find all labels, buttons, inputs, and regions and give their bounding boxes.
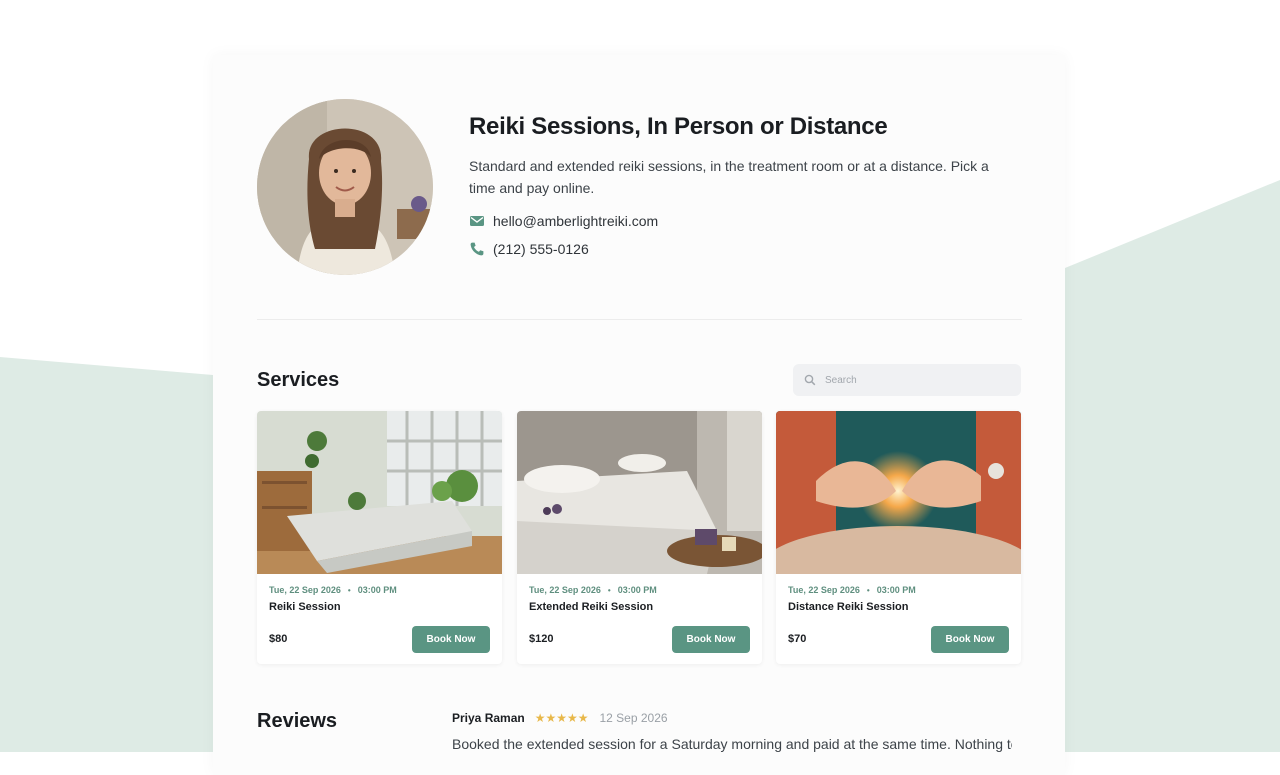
- service-name: Reiki Session: [269, 601, 341, 613]
- book-now-button[interactable]: Book Now: [672, 626, 750, 653]
- page-title: Reiki Sessions, In Person or Distance: [469, 113, 888, 140]
- service-card-reiki-session[interactable]: Tue, 22 Sep 2026 • 03:00 PM Reiki Sessio…: [257, 411, 502, 664]
- separator-dot: •: [347, 585, 351, 595]
- service-time: 03:00 PM: [876, 585, 916, 595]
- service-image: [517, 411, 762, 574]
- profile-card: Reiki Sessions, In Person or Distance St…: [213, 55, 1065, 775]
- service-price: $120: [529, 633, 554, 645]
- service-datetime: Tue, 22 Sep 2026 • 03:00 PM: [269, 585, 397, 595]
- service-image: [257, 411, 502, 574]
- service-card-distance-reiki-session[interactable]: Tue, 22 Sep 2026 • 03:00 PM Distance Rei…: [776, 411, 1021, 664]
- services-heading: Services: [257, 369, 340, 391]
- phone-text[interactable]: (212) 555-0126: [493, 241, 589, 257]
- review-date: 12 Sep 2026: [599, 711, 668, 725]
- service-datetime: Tue, 22 Sep 2026 • 03:00 PM: [529, 585, 657, 595]
- service-name: Distance Reiki Session: [788, 601, 909, 613]
- service-time: 03:00 PM: [617, 585, 657, 595]
- mail-icon: [469, 213, 485, 229]
- service-time: 03:00 PM: [357, 585, 397, 595]
- service-price: $80: [269, 633, 288, 645]
- book-now-button[interactable]: Book Now: [931, 626, 1009, 653]
- service-name: Extended Reiki Session: [529, 601, 654, 613]
- avatar: [257, 99, 433, 275]
- phone-icon: [469, 241, 485, 257]
- separator-dot: •: [866, 585, 870, 595]
- service-date: Tue, 22 Sep 2026: [788, 585, 860, 595]
- contact-phone[interactable]: (212) 555-0126: [469, 241, 589, 257]
- profile-description: Standard and extended reiki sessions, in…: [469, 158, 989, 196]
- contact-email[interactable]: hello@amberlightreiki.com: [469, 213, 658, 229]
- reviewer-name: Priya Raman: [452, 711, 525, 725]
- review-text: Booked the extended session for a Saturd…: [452, 736, 1012, 752]
- service-image: [776, 411, 1021, 574]
- star-rating: ★★★★★: [534, 711, 589, 725]
- search-icon: [804, 374, 816, 386]
- book-now-button[interactable]: Book Now: [412, 626, 490, 653]
- search-box[interactable]: [793, 364, 1021, 396]
- search-input[interactable]: [823, 373, 1017, 387]
- reviews-heading: Reviews: [257, 710, 338, 732]
- service-datetime: Tue, 22 Sep 2026 • 03:00 PM: [788, 585, 916, 595]
- email-text[interactable]: hello@amberlightreiki.com: [493, 213, 658, 229]
- separator-dot: •: [607, 585, 611, 595]
- review-header: Priya Raman ★★★★★ 12 Sep 2026: [452, 711, 668, 725]
- service-date: Tue, 22 Sep 2026: [529, 585, 601, 595]
- service-card-extended-reiki-session[interactable]: Tue, 22 Sep 2026 • 03:00 PM Extended Rei…: [517, 411, 762, 664]
- service-price: $70: [788, 633, 807, 645]
- divider: [257, 319, 1022, 320]
- service-date: Tue, 22 Sep 2026: [269, 585, 341, 595]
